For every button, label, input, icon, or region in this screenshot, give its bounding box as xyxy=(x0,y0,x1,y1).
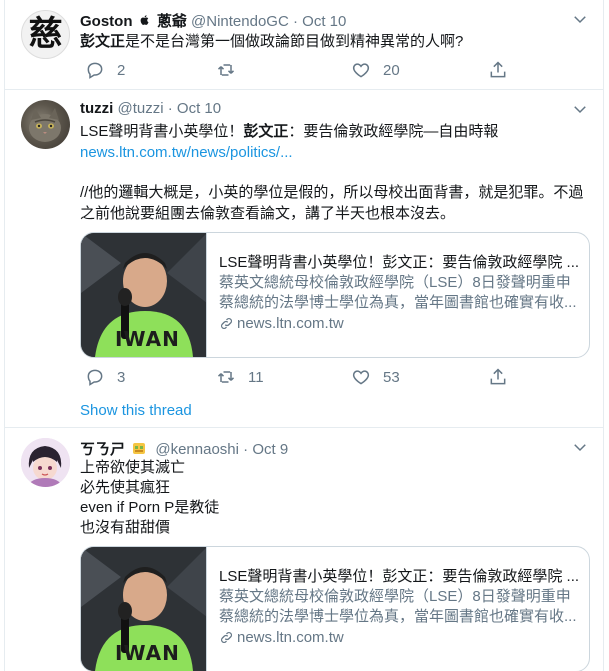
cat-photo xyxy=(29,108,61,142)
tweet-text-line: 之前他說要組團去倫敦查看論文，講了半天也根本沒去。 xyxy=(80,205,456,222)
avatar[interactable] xyxy=(21,100,70,149)
like-button[interactable]: 53 xyxy=(351,365,400,389)
like-button[interactable]: 20 xyxy=(351,58,400,82)
emoji-icon xyxy=(131,440,147,456)
bold-name: 彭文正 xyxy=(243,123,289,140)
display-name-suffix[interactable]: 蔥爺 xyxy=(157,13,187,30)
display-name[interactable]: Goston xyxy=(80,13,133,30)
avatar[interactable]: 慈 xyxy=(21,10,70,59)
tweet-header: tuzzi @tuzzi · Oct 10 xyxy=(80,100,221,120)
reply-icon xyxy=(87,369,103,386)
retweet-count: 11 xyxy=(248,368,264,386)
share-icon xyxy=(490,368,506,385)
card-title: LSE聲明背書小英學位！彭文正：要告倫敦政經學院 ... xyxy=(219,568,580,585)
tweet[interactable]: 慈 Goston 蔥爺 @NintendoGC · Oct 10 彭文正是不是台… xyxy=(5,0,603,90)
reply-count: 3 xyxy=(117,368,126,386)
retweet-icon xyxy=(217,371,235,383)
separator-dot: · xyxy=(167,100,173,117)
share-button[interactable] xyxy=(488,365,508,389)
bold-name: 彭文正 xyxy=(80,33,126,50)
reply-button[interactable]: 2 xyxy=(85,58,125,82)
card-description: 蔡英文總統母校倫敦政經學院（LSE）8日發聲明重申 蔡總統的法學博士學位為真，當… xyxy=(219,587,579,627)
separator-dot: · xyxy=(292,13,298,30)
timeline: 慈 Goston 蔥爺 @NintendoGC · Oct 10 彭文正是不是台… xyxy=(4,0,604,671)
apple-icon xyxy=(139,13,151,27)
heart-icon xyxy=(352,370,370,385)
retweet-button[interactable] xyxy=(216,58,248,82)
reply-count: 2 xyxy=(117,61,126,79)
anime-avatar xyxy=(21,438,70,487)
timestamp[interactable]: Oct 10 xyxy=(177,100,221,117)
tweet-text-line: even if Porn P是教徒 xyxy=(80,499,220,516)
tweet-actions: 3 11 53 xyxy=(80,365,520,389)
tweet-header: ㄎㄋㄕ @kennaoshi · Oct 9 xyxy=(80,438,288,458)
share-button[interactable] xyxy=(488,58,508,82)
tweet-text-line: //他的邏輯大概是，小英的學位是假的，所以母校出面背書，就是犯罪。不過 xyxy=(80,184,584,201)
card-description-line: 蔡英文總統母校倫敦政經學院（LSE）8日發聲明重申 xyxy=(219,274,571,291)
heart-icon xyxy=(352,63,370,78)
like-count: 20 xyxy=(383,61,400,79)
link-card[interactable]: IWAN LSE聲明背書小英學位！彭文正：要告倫敦政經學院 ... 蔡英文總統母… xyxy=(80,546,590,671)
avatar[interactable] xyxy=(21,438,70,487)
handle[interactable]: @NintendoGC xyxy=(191,13,289,30)
retweet-button[interactable]: 11 xyxy=(216,365,264,389)
reply-icon xyxy=(87,62,103,79)
card-domain-text: news.ltn.com.tw xyxy=(237,315,344,332)
card-thumbnail: IWAN xyxy=(81,547,207,671)
card-domain: news.ltn.com.tw xyxy=(219,629,344,646)
tweet-actions: 2 20 xyxy=(80,58,520,82)
chevron-down-icon[interactable] xyxy=(571,100,589,118)
avatar-glyph: 慈 xyxy=(28,14,63,54)
card-domain: news.ltn.com.tw xyxy=(219,315,344,332)
share-icon xyxy=(490,61,506,78)
card-thumbnail: IWAN xyxy=(81,233,207,357)
tweet[interactable]: ㄎㄋㄕ @kennaoshi · Oct 9 上帝欲使其滅亡 必先使其瘋狂 ev… xyxy=(5,428,603,671)
display-name[interactable]: ㄎㄋㄕ xyxy=(80,441,125,458)
chevron-down-icon[interactable] xyxy=(571,438,589,456)
tweet-text-line: 必先使其瘋狂 xyxy=(80,479,171,496)
card-domain-text: news.ltn.com.tw xyxy=(237,629,344,646)
reply-button[interactable]: 3 xyxy=(85,365,125,389)
retweet-icon xyxy=(217,64,235,76)
tweet-header: Goston 蔥爺 @NintendoGC · Oct 10 xyxy=(80,10,346,30)
handle[interactable]: @tuzzi xyxy=(118,100,164,117)
text-segment: ：要告倫敦政經學院—自由時報 xyxy=(288,123,499,140)
tweet-text-body: 是不是台灣第一個做政論節目做到精神異常的人啊? xyxy=(125,33,464,50)
tweet-text-line: LSE聲明背書小英學位！彭文正：要告倫敦政經學院—自由時報 xyxy=(80,122,498,142)
text-segment: LSE聲明背書小英學位！ xyxy=(80,123,244,140)
timestamp[interactable]: Oct 10 xyxy=(302,13,346,30)
link-icon xyxy=(221,632,232,643)
separator-dot: · xyxy=(243,441,249,458)
link-icon xyxy=(221,318,232,329)
card-description-line: 蔡總統的法學博士學位為真，當年圖書館也確實有收... xyxy=(219,608,577,625)
tweet-text: 彭文正是不是台灣第一個做政論節目做到精神異常的人啊? xyxy=(80,32,463,52)
handle[interactable]: @kennaoshi xyxy=(155,441,239,458)
tweet-text-line: 上帝欲使其滅亡 xyxy=(80,459,186,476)
timestamp[interactable]: Oct 9 xyxy=(252,441,288,458)
card-title: LSE聲明背書小英學位！彭文正：要告倫敦政經學院 ... xyxy=(219,254,580,271)
card-photo-caption: IWAN xyxy=(115,641,180,665)
link-card[interactable]: IWAN LSE聲明背書小英學位！彭文正：要告倫敦政經學院 ... 蔡英文總統母… xyxy=(80,232,590,358)
like-count: 53 xyxy=(383,368,400,386)
card-description: 蔡英文總統母校倫敦政經學院（LSE）8日發聲明重申 蔡總統的法學博士學位為真，當… xyxy=(219,273,579,313)
tweet-link[interactable]: news.ltn.com.tw/news/politics/... xyxy=(80,143,293,163)
tweet-text-line: 也沒有甜甜價 xyxy=(80,519,171,536)
card-description-line: 蔡總統的法學博士學位為真，當年圖書館也確實有收... xyxy=(219,294,577,311)
display-name[interactable]: tuzzi xyxy=(80,100,113,117)
chevron-down-icon[interactable] xyxy=(571,10,589,28)
card-description-line: 蔡英文總統母校倫敦政經學院（LSE）8日發聲明重申 xyxy=(219,588,571,605)
show-thread-link[interactable]: Show this thread xyxy=(80,402,192,419)
card-photo-caption: IWAN xyxy=(115,327,180,351)
tweet[interactable]: tuzzi @tuzzi · Oct 10 LSE聲明背書小英學位！彭文正：要告… xyxy=(5,90,603,428)
